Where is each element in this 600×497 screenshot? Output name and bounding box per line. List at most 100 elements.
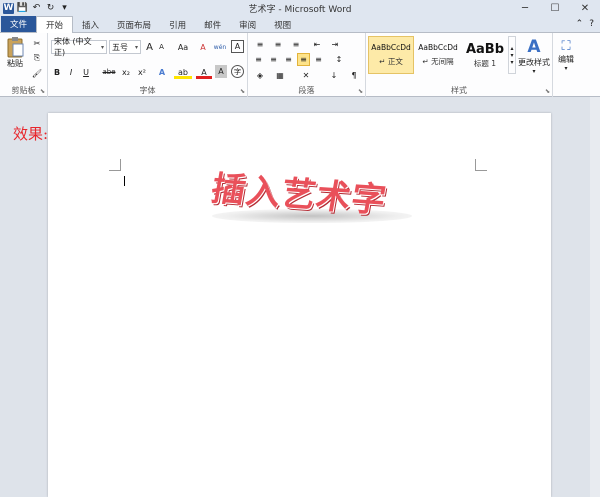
sort-button[interactable]: ↓ bbox=[328, 69, 340, 82]
align-right-button[interactable]: ≡ bbox=[282, 53, 295, 66]
tab-page-layout[interactable]: 页面布局 bbox=[108, 17, 160, 32]
line-spacing-button[interactable]: ↕ bbox=[332, 53, 346, 66]
document-page[interactable]: 插入艺术字 bbox=[48, 113, 551, 497]
tab-view[interactable]: 视图 bbox=[265, 17, 300, 32]
title-bar: W 💾 ↶ ↻ ▾ 艺术字 - Microsoft Word ─ ☐ ✕ bbox=[0, 0, 600, 16]
text-effects-button[interactable]: A bbox=[154, 65, 170, 79]
enclose-characters-button[interactable]: 字 bbox=[231, 65, 244, 78]
close-button[interactable]: ✕ bbox=[570, 0, 600, 16]
superscript-button[interactable]: x² bbox=[135, 65, 149, 79]
font-color-button[interactable]: A bbox=[196, 65, 212, 79]
style-sample: AaBbCcDd bbox=[418, 43, 458, 52]
chevron-up-icon: ▴ bbox=[510, 44, 514, 52]
vertical-scrollbar[interactable] bbox=[590, 97, 600, 497]
margin-corner-top-right bbox=[475, 159, 487, 171]
chevron-down-icon: ▾ bbox=[564, 65, 568, 72]
styles-launcher-icon[interactable]: ⬊ bbox=[545, 88, 550, 95]
redo-icon[interactable]: ↻ bbox=[45, 3, 56, 14]
clipboard-group: 粘贴 ✂ ⎘ 🖌 剪贴板 ⬊ bbox=[0, 33, 48, 97]
cut-icon[interactable]: ✂ bbox=[31, 37, 43, 49]
shrink-font-button[interactable]: A bbox=[156, 40, 167, 54]
more-styles-icon: ▾ bbox=[510, 58, 514, 66]
borders-button[interactable]: ▦ bbox=[272, 69, 288, 82]
phonetic-guide-button[interactable]: wén bbox=[211, 40, 229, 54]
chevron-down-icon: ▾ bbox=[134, 43, 138, 51]
change-styles-button[interactable]: A 更改样式 ▾ bbox=[516, 37, 552, 75]
style-sample: AaBb bbox=[465, 41, 505, 57]
center-button[interactable]: ≡ bbox=[267, 53, 280, 66]
character-border-button[interactable]: A bbox=[231, 40, 244, 53]
tab-home[interactable]: 开始 bbox=[36, 16, 74, 33]
clipboard-launcher-icon[interactable]: ⬊ bbox=[40, 88, 45, 95]
font-launcher-icon[interactable]: ⬊ bbox=[240, 88, 245, 95]
chevron-down-icon: ▾ bbox=[510, 51, 514, 59]
tab-review[interactable]: 审阅 bbox=[230, 17, 265, 32]
copy-icon[interactable]: ⎘ bbox=[31, 52, 43, 64]
increase-indent-button[interactable]: ⇥ bbox=[328, 38, 342, 50]
paste-button[interactable]: 粘贴 bbox=[3, 36, 27, 69]
binoculars-icon: ⛶ bbox=[561, 39, 571, 54]
quick-access-toolbar: W 💾 ↶ ↻ ▾ bbox=[0, 2, 70, 14]
save-icon[interactable]: 💾 bbox=[17, 3, 28, 14]
wordart-object[interactable]: 插入艺术字 bbox=[208, 167, 432, 227]
help-icon[interactable]: ? bbox=[589, 19, 594, 29]
bold-button[interactable]: B bbox=[51, 65, 63, 79]
font-size-select[interactable]: 五号 ▾ bbox=[109, 40, 141, 54]
character-shading-button[interactable]: A bbox=[215, 65, 227, 78]
align-left-button[interactable]: ≡ bbox=[252, 53, 265, 66]
grow-font-button[interactable]: A bbox=[144, 40, 155, 54]
styles-scroll[interactable]: ▴ ▾ ▾ bbox=[508, 36, 516, 74]
paragraph-shading-button[interactable]: ◈ bbox=[252, 69, 268, 82]
customize-qat-icon[interactable]: ▾ bbox=[59, 3, 70, 14]
styles-group: AaBbCcDd ↵ 正文 AaBbCcDd ↵ 无间隔 AaBb 标题 1 ▴… bbox=[366, 33, 553, 97]
tab-references[interactable]: 引用 bbox=[160, 17, 195, 32]
word-app-icon[interactable]: W bbox=[3, 2, 14, 14]
style-name: 标题 1 bbox=[473, 58, 497, 68]
format-painter-icon[interactable]: 🖌 bbox=[31, 67, 43, 79]
undo-icon[interactable]: ↶ bbox=[31, 3, 42, 14]
tab-file[interactable]: 文件 bbox=[1, 16, 37, 32]
style-name: ↵ 无间隔 bbox=[422, 57, 454, 66]
chinese-layout-button[interactable]: ✕ bbox=[298, 69, 314, 82]
bullets-button[interactable]: ≡ bbox=[252, 38, 268, 50]
multilevel-list-button[interactable]: ≡ bbox=[288, 38, 304, 50]
style-no-spacing[interactable]: AaBbCcDd ↵ 无间隔 bbox=[415, 36, 461, 74]
ribbon-tabs: 文件 开始 插入 页面布局 引用 邮件 审阅 视图 ⌃ ? bbox=[0, 16, 600, 33]
numbering-button[interactable]: ≡ bbox=[270, 38, 286, 50]
decrease-indent-button[interactable]: ⇤ bbox=[310, 38, 324, 50]
change-styles-label: 更改样式 bbox=[518, 58, 550, 67]
subscript-button[interactable]: x₂ bbox=[119, 65, 133, 79]
editing-button[interactable]: ⛶ 编辑 ▾ bbox=[555, 39, 577, 72]
editing-label: 编辑 bbox=[558, 55, 574, 64]
clear-format-button[interactable]: A bbox=[196, 40, 210, 54]
italic-button[interactable]: I bbox=[65, 65, 77, 79]
font-size-value: 五号 bbox=[112, 42, 128, 52]
tab-mailings[interactable]: 邮件 bbox=[195, 17, 230, 32]
strikethrough-button[interactable]: abe bbox=[101, 65, 117, 79]
style-name: ↵ 正文 bbox=[379, 57, 403, 66]
style-normal[interactable]: AaBbCcDd ↵ 正文 bbox=[368, 36, 414, 74]
paragraph-group: ≡ ≡ ≡ ⇤ ⇥ ≡ ≡ ≡ ≡ ≡ ↕ ◈ ▦ ✕ ↓ ¶ 段落 ⬊ bbox=[248, 33, 366, 97]
effect-label: 效果: bbox=[13, 125, 49, 143]
style-heading-1[interactable]: AaBb 标题 1 bbox=[462, 36, 508, 74]
minimize-button[interactable]: ─ bbox=[510, 0, 540, 16]
justify-button[interactable]: ≡ bbox=[297, 53, 310, 66]
font-name-select[interactable]: 宋体 (中文正) ▾ bbox=[51, 37, 107, 57]
paste-icon bbox=[7, 37, 24, 58]
chevron-down-icon: ▾ bbox=[100, 43, 104, 51]
text-cursor bbox=[124, 176, 125, 186]
font-group-label: 字体 bbox=[139, 86, 156, 95]
editing-group: ⛶ 编辑 ▾ bbox=[553, 33, 579, 97]
tab-insert[interactable]: 插入 bbox=[73, 17, 108, 32]
change-case-button[interactable]: Aa bbox=[174, 40, 192, 54]
maximize-button[interactable]: ☐ bbox=[540, 0, 570, 16]
style-sample: AaBbCcDd bbox=[371, 43, 411, 52]
show-marks-button[interactable]: ¶ bbox=[348, 69, 360, 82]
paragraph-launcher-icon[interactable]: ⬊ bbox=[358, 88, 363, 95]
styles-group-label: 样式 bbox=[451, 86, 467, 95]
underline-button[interactable]: U bbox=[79, 65, 93, 79]
collapse-ribbon-icon[interactable]: ⌃ bbox=[576, 19, 584, 29]
distributed-button[interactable]: ≡ bbox=[312, 53, 325, 66]
chevron-down-icon: ▾ bbox=[532, 68, 536, 75]
highlight-button[interactable]: ab bbox=[174, 65, 192, 79]
